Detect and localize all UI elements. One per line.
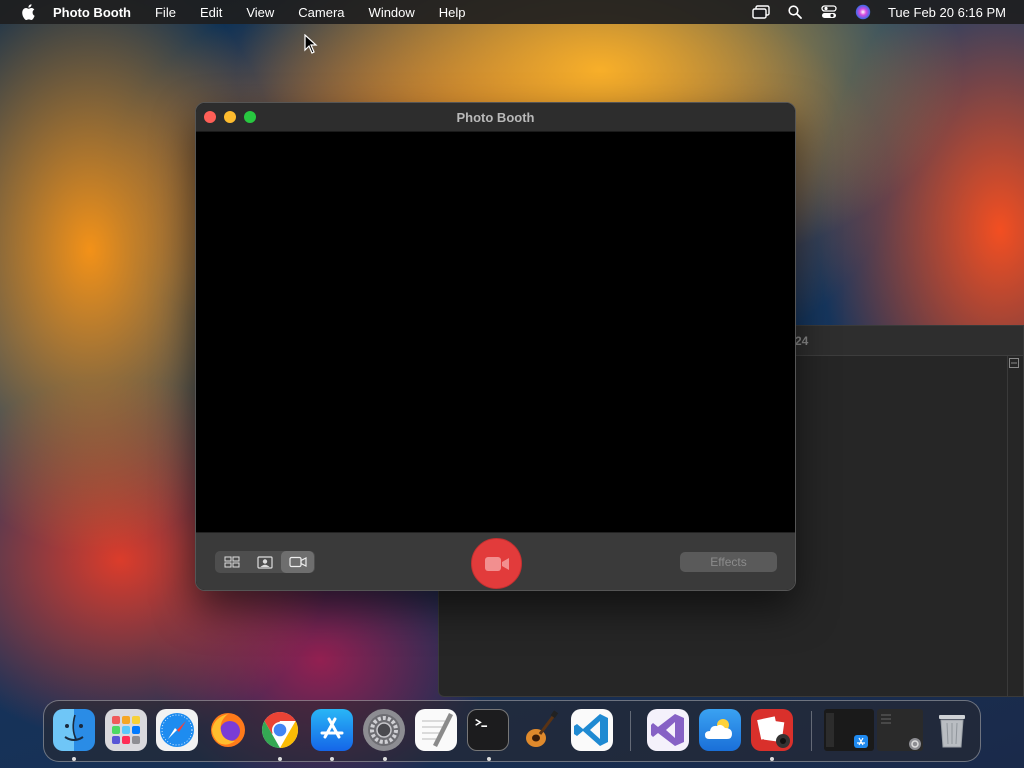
finder-icon bbox=[64, 714, 84, 741]
photo-booth-window: Photo Booth Effects bbox=[195, 102, 796, 591]
dock-separator bbox=[811, 711, 812, 751]
dock-terminal[interactable] bbox=[467, 709, 509, 751]
screen-mirroring-icon[interactable] bbox=[752, 3, 770, 21]
video-mode-icon bbox=[288, 556, 307, 568]
background-window-scrollbar[interactable] bbox=[1007, 356, 1019, 696]
dock-safari[interactable] bbox=[156, 709, 198, 751]
dock-app-store[interactable] bbox=[311, 709, 353, 751]
menu-bar: Photo Booth File Edit View Camera Window… bbox=[0, 0, 1024, 24]
control-center-icon[interactable] bbox=[820, 3, 838, 21]
running-indicator bbox=[72, 757, 76, 761]
mode-selector bbox=[215, 551, 315, 573]
menu-edit[interactable]: Edit bbox=[200, 5, 222, 20]
dock-finder[interactable] bbox=[53, 709, 95, 751]
settings-badge-icon bbox=[881, 714, 921, 750]
gear-icon bbox=[368, 714, 400, 746]
dock-textedit[interactable] bbox=[415, 709, 457, 751]
grid-mode-icon bbox=[224, 556, 239, 568]
siri-icon[interactable] bbox=[854, 3, 872, 21]
menu-app-name[interactable]: Photo Booth bbox=[53, 5, 131, 20]
dock-garageband[interactable] bbox=[519, 709, 561, 751]
video-mode-button[interactable] bbox=[281, 551, 314, 573]
menu-camera[interactable]: Camera bbox=[298, 5, 344, 20]
dock-weather[interactable] bbox=[699, 709, 741, 751]
dock-minimized-window-settings[interactable] bbox=[877, 709, 923, 751]
safari-icon bbox=[160, 713, 194, 747]
dock-trash[interactable] bbox=[931, 709, 973, 751]
running-indicator bbox=[487, 757, 491, 761]
window-title: Photo Booth bbox=[456, 110, 535, 125]
photo-booth-toolbar: Effects bbox=[196, 532, 795, 590]
running-indicator bbox=[770, 757, 774, 761]
search-icon[interactable] bbox=[786, 3, 804, 21]
mouse-cursor-icon bbox=[304, 34, 318, 54]
running-indicator bbox=[383, 757, 387, 761]
video-camera-icon bbox=[484, 556, 509, 571]
vscode-icon bbox=[574, 714, 608, 746]
terminal-icon bbox=[475, 718, 488, 727]
apple-menu-icon[interactable] bbox=[19, 3, 37, 21]
grid-mode-button[interactable] bbox=[215, 551, 248, 573]
textedit-icon bbox=[422, 713, 453, 747]
effects-button[interactable]: Effects bbox=[680, 552, 777, 572]
menu-view[interactable]: View bbox=[246, 5, 274, 20]
photo-mode-icon bbox=[256, 555, 273, 569]
firefox-icon bbox=[211, 713, 245, 747]
dock-system-settings[interactable] bbox=[363, 709, 405, 751]
camera-preview bbox=[196, 132, 795, 532]
dock-separator bbox=[630, 711, 631, 751]
running-indicator bbox=[278, 757, 282, 761]
menu-window[interactable]: Window bbox=[369, 5, 415, 20]
chrome-icon bbox=[261, 712, 299, 748]
menu-help[interactable]: Help bbox=[439, 5, 466, 20]
dock bbox=[43, 700, 981, 762]
app-store-icon bbox=[320, 717, 344, 739]
menu-file[interactable]: File bbox=[155, 5, 176, 20]
app-store-badge-icon bbox=[826, 713, 868, 748]
cloud-icon bbox=[705, 719, 732, 739]
record-video-button[interactable] bbox=[471, 538, 522, 589]
window-titlebar[interactable]: Photo Booth bbox=[196, 103, 795, 132]
running-indicator bbox=[330, 757, 334, 761]
dock-launchpad[interactable] bbox=[105, 709, 147, 751]
dock-visual-studio[interactable] bbox=[647, 709, 689, 751]
dock-firefox[interactable] bbox=[207, 709, 249, 751]
photo-mode-button[interactable] bbox=[248, 551, 281, 573]
dock-vscode[interactable] bbox=[571, 709, 613, 751]
visual-studio-icon bbox=[651, 714, 684, 746]
launchpad-icon bbox=[112, 716, 140, 744]
menu-bar-clock[interactable]: Tue Feb 20 6:16 PM bbox=[888, 5, 1006, 20]
photo-booth-icon bbox=[757, 716, 790, 748]
dock-chrome[interactable] bbox=[259, 709, 301, 751]
trash-icon bbox=[939, 715, 965, 748]
dock-photo-booth[interactable] bbox=[751, 709, 793, 751]
dock-minimized-window-app-store[interactable] bbox=[824, 709, 874, 751]
collapse-icon[interactable] bbox=[1009, 358, 1019, 368]
menu-bar-status-area: Tue Feb 20 6:16 PM bbox=[736, 0, 1006, 24]
guitar-icon bbox=[526, 710, 559, 747]
